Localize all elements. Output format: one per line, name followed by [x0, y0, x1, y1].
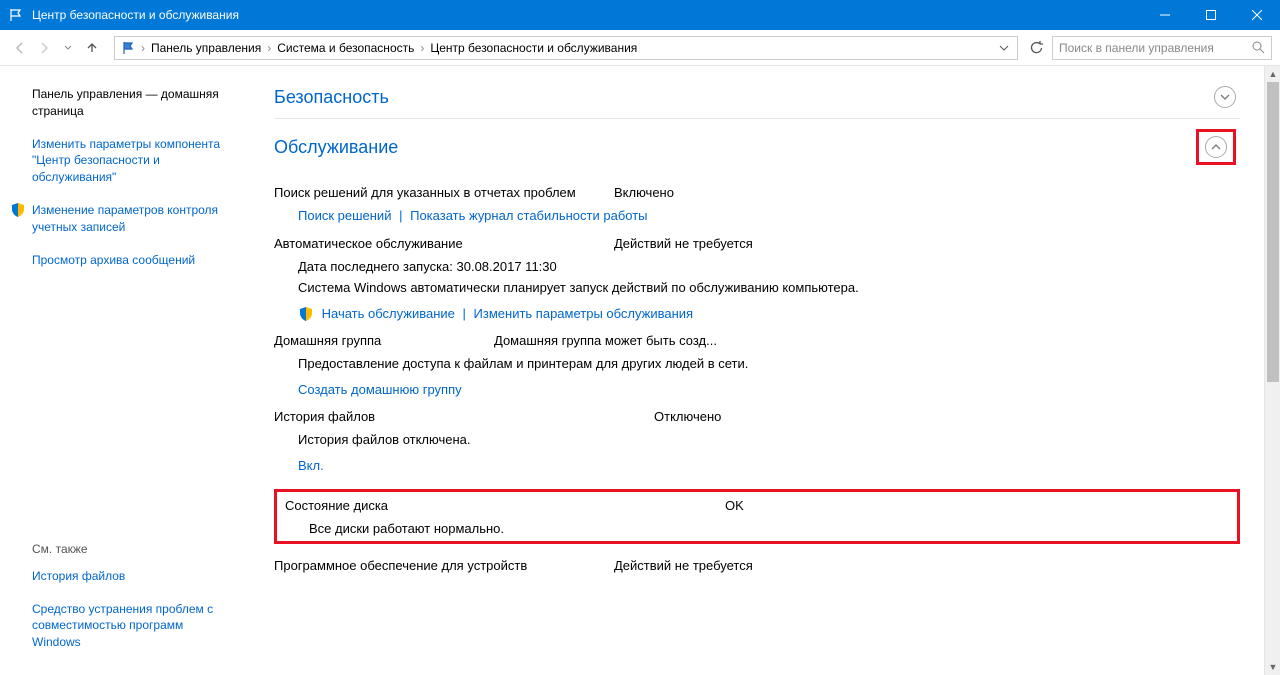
- crumb-control-panel[interactable]: Панель управления: [147, 41, 265, 55]
- minimize-button[interactable]: [1142, 0, 1188, 30]
- flag-icon: [121, 41, 135, 55]
- maintenance-title: Обслуживание: [274, 137, 398, 158]
- file-history-item: История файлов Отключено История файлов …: [274, 409, 1240, 475]
- link-separator: |: [459, 306, 470, 321]
- create-homegroup-link[interactable]: Создать домашнюю группу: [298, 382, 462, 397]
- close-button[interactable]: [1234, 0, 1280, 30]
- app-flag-icon: [8, 7, 24, 23]
- devicesoft-status: Действий не требуется: [614, 558, 753, 573]
- main-panel: Безопасность Обслуживание Поиск решений …: [250, 66, 1280, 675]
- crumb-action-center[interactable]: Центр безопасности и обслуживания: [426, 41, 641, 55]
- see-also-heading: См. также: [32, 542, 234, 556]
- recent-dropdown[interactable]: [56, 36, 80, 60]
- homegroup-status: Домашняя группа может быть созд...: [494, 333, 717, 348]
- link-separator: |: [395, 208, 406, 223]
- address-dropdown-icon[interactable]: [993, 43, 1015, 53]
- maintenance-section-header[interactable]: Обслуживание: [274, 119, 1240, 175]
- homegroup-desc: Предоставление доступа к файлам и принте…: [298, 354, 1240, 374]
- filehistory-status: Отключено: [654, 409, 721, 424]
- homegroup-label: Домашняя группа: [274, 333, 494, 348]
- reports-label: Поиск решений для указанных в отчетах пр…: [274, 185, 614, 200]
- disk-desc: Все диски работают нормально.: [309, 519, 1229, 539]
- security-title: Безопасность: [274, 87, 389, 108]
- up-button[interactable]: [80, 36, 104, 60]
- scroll-down-icon[interactable]: ▼: [1265, 659, 1280, 675]
- check-solutions-link[interactable]: Поиск решений: [298, 208, 391, 223]
- search-input[interactable]: [1059, 41, 1252, 55]
- chevron-down-icon[interactable]: [1214, 86, 1236, 108]
- shield-icon: [10, 202, 26, 218]
- crumb-system-security[interactable]: Система и безопасность: [273, 41, 418, 55]
- chevron-up-icon[interactable]: [1205, 136, 1227, 158]
- search-icon[interactable]: [1252, 41, 1265, 54]
- homegroup-item: Домашняя группа Домашняя группа может бы…: [274, 333, 1240, 399]
- change-maintenance-link[interactable]: Изменить параметры обслуживания: [474, 306, 694, 321]
- crumb-sep-icon: ›: [265, 41, 273, 55]
- sidebar: Панель управления — домашняя страница Из…: [0, 66, 250, 675]
- vertical-scrollbar[interactable]: ▲ ▼: [1264, 66, 1280, 675]
- maximize-button[interactable]: [1188, 0, 1234, 30]
- start-maintenance-link[interactable]: Начать обслуживание: [322, 306, 455, 321]
- sidebar-home-link[interactable]: Панель управления — домашняя страница: [32, 86, 234, 120]
- auto-desc: Система Windows автоматически планирует …: [298, 278, 1240, 298]
- forward-button[interactable]: [32, 36, 56, 60]
- sidebar-view-archive[interactable]: Просмотр архива сообщений: [32, 252, 234, 269]
- security-section-header[interactable]: Безопасность: [274, 76, 1240, 119]
- sidebar-compat-troubleshooter[interactable]: Средство устранения проблем с совместимо…: [32, 601, 234, 651]
- crumb-sep-icon: ›: [418, 41, 426, 55]
- auto-status: Действий не требуется: [614, 236, 753, 251]
- back-button[interactable]: [8, 36, 32, 60]
- problem-reports-item: Поиск решений для указанных в отчетах пр…: [274, 185, 1240, 226]
- window-buttons: [1142, 0, 1280, 30]
- window-title: Центр безопасности и обслуживания: [32, 8, 1142, 22]
- sidebar-uac-settings[interactable]: Изменение параметров контроля учетных за…: [32, 202, 234, 236]
- content-area: Панель управления — домашняя страница Из…: [0, 66, 1280, 675]
- disk-label: Состояние диска: [285, 498, 725, 513]
- filehistory-label: История файлов: [274, 409, 654, 424]
- toolbar: › Панель управления › Система и безопасн…: [0, 30, 1280, 66]
- scrollbar-thumb[interactable]: [1267, 82, 1279, 382]
- auto-maintenance-item: Автоматическое обслуживание Действий не …: [274, 236, 1240, 324]
- filehistory-enable-link[interactable]: Вкл.: [298, 458, 324, 473]
- sidebar-change-settings[interactable]: Изменить параметры компонента "Центр без…: [32, 136, 234, 186]
- shield-icon: [298, 306, 314, 322]
- device-software-item: Программное обеспечение для устройств Де…: [274, 558, 1240, 573]
- auto-lastrun: Дата последнего запуска: 30.08.2017 11:3…: [298, 257, 1240, 277]
- auto-label: Автоматическое обслуживание: [274, 236, 614, 251]
- search-box[interactable]: [1052, 36, 1272, 60]
- scroll-up-icon[interactable]: ▲: [1265, 66, 1280, 82]
- titlebar: Центр безопасности и обслуживания: [0, 0, 1280, 30]
- address-bar[interactable]: › Панель управления › Система и безопасн…: [114, 36, 1018, 60]
- reports-status: Включено: [614, 185, 674, 200]
- filehistory-desc: История файлов отключена.: [298, 430, 1240, 450]
- crumb-sep-icon: ›: [139, 41, 147, 55]
- highlight-box: [1196, 129, 1236, 165]
- disk-status-highlight: Состояние диска OK Все диски работают но…: [274, 489, 1240, 544]
- refresh-button[interactable]: [1024, 36, 1048, 60]
- reliability-history-link[interactable]: Показать журнал стабильности работы: [410, 208, 647, 223]
- disk-status: OK: [725, 498, 744, 513]
- sidebar-file-history[interactable]: История файлов: [32, 568, 234, 585]
- devicesoft-label: Программное обеспечение для устройств: [274, 558, 614, 573]
